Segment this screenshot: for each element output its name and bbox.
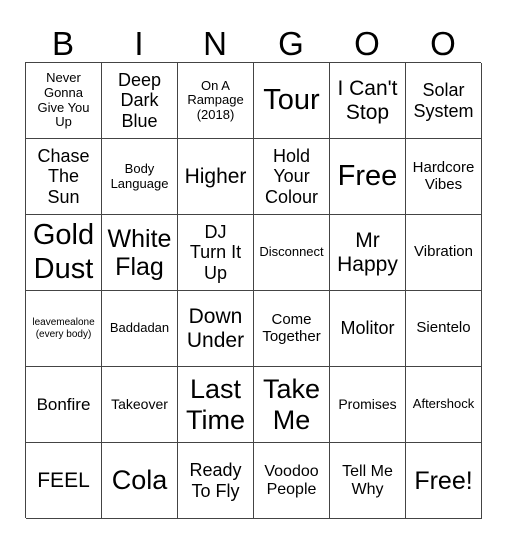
cell-text: Last Time [186,374,245,435]
bingo-cell[interactable]: Takeover [102,367,178,443]
bingo-cell[interactable]: Aftershock [406,367,482,443]
header-letter-n: N [203,25,227,62]
cell-text: Voodoo People [264,462,319,498]
header-letter-b: B [51,25,74,62]
cell-text: Aftershock [412,396,475,412]
bingo-cell[interactable]: Ready To Fly [178,443,254,519]
cell-text: Never Gonna Give You Up [37,70,90,130]
bingo-cell[interactable]: Voodoo People [254,443,330,519]
bingo-cell[interactable]: Last Time [178,367,254,443]
bingo-cell[interactable]: Cola [102,443,178,519]
header-letter-g: G [278,25,304,62]
bingo-cell[interactable]: Free [330,139,406,215]
header-letter-o2: O [430,25,456,62]
cell-text: Hardcore Vibes [412,158,475,193]
bingo-cell[interactable]: Down Under [178,291,254,367]
cell-text: Solar System [413,80,474,121]
bingo-cell[interactable]: Disconnect [254,215,330,291]
cell-text: Molitor [340,318,395,339]
cell-text: Chase The Sun [37,146,90,207]
bingo-cell[interactable]: Promises [330,367,406,443]
bingo-cell[interactable]: On A Rampage (2018) [178,63,254,139]
cell-text: Deep Dark Blue [117,70,162,131]
cell-text: Mr Happy [337,228,398,276]
cell-text: Takeover [111,395,168,412]
cell-text: Body Language [110,160,169,191]
bingo-cell[interactable]: I Can't Stop [330,63,406,139]
bingo-cell[interactable]: leavemealone (every body) [26,291,102,367]
cell-text: Higher [184,164,247,188]
cell-text: Promises [338,395,397,412]
bingo-cell[interactable]: Take Me [254,367,330,443]
cell-text: Cola [111,465,168,496]
header-letter-i: I [134,25,144,62]
bingo-cell[interactable]: Tell Me Why [330,443,406,519]
bingo-cell[interactable]: Higher [178,139,254,215]
bingo-cell[interactable]: Free! [406,443,482,519]
bingo-cell[interactable]: Gold Dust [26,215,102,291]
cell-text: Down Under [186,304,245,352]
bingo-cell[interactable]: Chase The Sun [26,139,102,215]
bingo-cell[interactable]: Vibration [406,215,482,291]
cell-text: Tour [263,84,320,117]
bingo-cell[interactable]: Mr Happy [330,215,406,291]
cell-text: Free! [414,466,473,495]
cell-text: Tell Me Why [342,462,393,498]
bingo-cell[interactable]: Never Gonna Give You Up [26,63,102,139]
bingo-cell[interactable]: Hold Your Colour [254,139,330,215]
bingo-cell[interactable]: Come Together [254,291,330,367]
cell-text: Gold Dust [32,219,95,285]
bingo-cell[interactable]: Hardcore Vibes [406,139,482,215]
bingo-cell[interactable]: Tour [254,63,330,139]
cell-text: Ready To Fly [189,460,242,501]
cell-text: Hold Your Colour [264,146,319,207]
cell-text: Free [337,160,398,193]
cell-text: Disconnect [259,244,324,260]
cell-text: leavemealone (every body) [32,317,95,340]
cell-text: Sientelo [416,319,471,337]
bingo-cell[interactable]: Baddadan [102,291,178,367]
cell-text: White Flag [107,224,172,281]
cell-text: Baddadan [109,320,170,336]
bingo-cell[interactable]: Solar System [406,63,482,139]
cell-text: Vibration [414,243,473,261]
header-letter-o1: O [354,25,380,62]
bingo-cell[interactable]: White Flag [102,215,178,291]
cell-text: Bonfire [36,394,91,414]
bingo-cell[interactable]: Molitor [330,291,406,367]
bingo-cell[interactable]: FEEL [26,443,102,519]
bingo-cell[interactable]: Body Language [102,139,178,215]
bingo-cell[interactable]: Sientelo [406,291,482,367]
cell-text: I Can't Stop [337,76,398,124]
bingo-grid: Never Gonna Give You Up Deep Dark Blue O… [25,62,482,519]
bingo-cell[interactable]: Deep Dark Blue [102,63,178,139]
bingo-cell[interactable]: Bonfire [26,367,102,443]
cell-text: DJ Turn It Up [189,222,242,283]
bingo-cell[interactable]: DJ Turn It Up [178,215,254,291]
cell-text: FEEL [37,468,90,492]
cell-text: Come Together [262,310,321,345]
cell-text: On A Rampage (2018) [187,77,244,122]
cell-text: Take Me [262,374,321,435]
bingo-header: B I N G O O [25,26,481,62]
